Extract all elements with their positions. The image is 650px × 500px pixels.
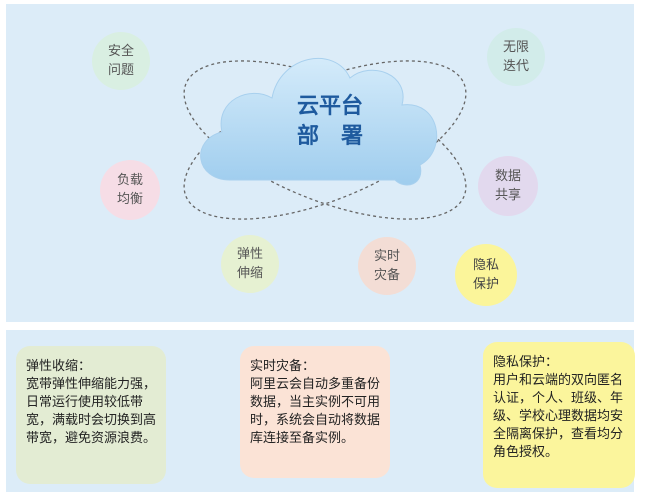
card-backup-body: 阿里云会自动多重备份数据，当主实例不可用时，系统会自动将数据库连接至备实例。 bbox=[250, 377, 381, 446]
card-privacy-body: 用户和云端的双向匿名认证，个人、班级、年级、学校心理数据均安全隔离保护，查看均分… bbox=[493, 373, 624, 460]
bubble-elastic: 弹性 伸缩 bbox=[221, 235, 279, 293]
card-backup-title: 实时灾备： bbox=[250, 359, 316, 374]
cloud-label: 云平台 部 署 bbox=[270, 92, 390, 152]
bubble-iterate: 无限 迭代 bbox=[487, 28, 545, 86]
card-elastic-title: 弹性收缩： bbox=[26, 359, 92, 374]
cloud-title: 云平台 bbox=[296, 94, 363, 119]
card-elastic-body: 宽带弹性伸缩能力强，日常运行使用较低带宽，满载时会切换到高带宽，避免资源浪费。 bbox=[26, 377, 157, 446]
card-backup: 实时灾备： 阿里云会自动多重备份数据，当主实例不可用时，系统会自动将数据库连接至… bbox=[240, 346, 390, 478]
bubble-load-balance: 负载 均衡 bbox=[100, 160, 160, 220]
bubble-backup: 实时 灾备 bbox=[358, 237, 416, 295]
bubble-security: 安全 问题 bbox=[92, 32, 150, 90]
bubble-data-share: 数据 共享 bbox=[478, 156, 538, 216]
bubble-privacy: 隐私 保护 bbox=[455, 244, 517, 306]
card-privacy-title: 隐私保护： bbox=[493, 355, 559, 370]
card-privacy: 隐私保护： 用户和云端的双向匿名认证，个人、班级、年级、学校心理数据均安全隔离保… bbox=[483, 342, 635, 488]
cloud-subtitle: 部 署 bbox=[296, 124, 363, 149]
card-elastic: 弹性收缩： 宽带弹性伸缩能力强，日常运行使用较低带宽，满载时会切换到高带宽，避免… bbox=[16, 346, 166, 484]
